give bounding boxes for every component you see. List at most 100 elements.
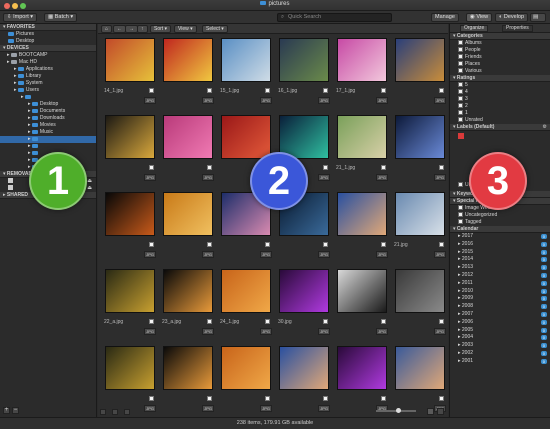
add-icon[interactable]: + bbox=[3, 407, 10, 414]
labels-header[interactable]: ▾ Labels (Default) ⚙ bbox=[450, 124, 550, 131]
thumbnail-cell[interactable]: JPG bbox=[333, 344, 391, 417]
checkbox[interactable] bbox=[458, 40, 463, 46]
sidebar-item-device[interactable]: ▸ Music bbox=[0, 129, 96, 136]
thumbnail-image[interactable] bbox=[163, 115, 213, 159]
thumbnail-image[interactable] bbox=[337, 38, 387, 82]
sidebar-item-device[interactable]: ▸ System bbox=[0, 80, 96, 87]
thumbnail-checkbox[interactable] bbox=[439, 242, 444, 247]
categories-header[interactable]: ▾ Categories bbox=[450, 33, 550, 40]
calendar-year[interactable]: ▸ 2014 0 bbox=[450, 256, 550, 264]
checkbox[interactable] bbox=[458, 182, 463, 188]
thumbnail-checkbox[interactable] bbox=[149, 319, 154, 324]
checkbox[interactable] bbox=[458, 47, 463, 53]
thumbnail-checkbox[interactable] bbox=[207, 88, 212, 93]
thumbnail-cell[interactable]: 24_1.jpg JPG bbox=[217, 267, 275, 340]
up-icon[interactable]: ↑ bbox=[137, 25, 148, 33]
list-view-icon[interactable] bbox=[437, 408, 444, 415]
thumbnail-image[interactable] bbox=[221, 269, 271, 313]
slideshow-icon[interactable] bbox=[112, 409, 118, 415]
calendar-year[interactable]: ▸ 2017 0 bbox=[450, 233, 550, 241]
thumbnail-cell[interactable]: JPG bbox=[159, 344, 217, 417]
thumbnail-checkbox[interactable] bbox=[323, 242, 328, 247]
thumbnail-cell[interactable]: JPG bbox=[333, 190, 391, 263]
thumbnail-image[interactable] bbox=[395, 192, 445, 236]
checkbox[interactable] bbox=[458, 68, 463, 74]
thumbnail-checkbox[interactable] bbox=[207, 242, 212, 247]
thumbnail-checkbox[interactable] bbox=[207, 396, 212, 401]
rating-item[interactable]: 1 bbox=[450, 110, 550, 117]
rating-item[interactable]: 5 bbox=[450, 82, 550, 89]
rating-item[interactable]: 2 bbox=[450, 103, 550, 110]
thumbnail-cell[interactable]: JPG bbox=[101, 344, 159, 417]
thumbnail-checkbox[interactable] bbox=[323, 319, 328, 324]
thumbnail-image[interactable] bbox=[221, 115, 271, 159]
batch-button[interactable]: ▦ Batch ▾ bbox=[44, 13, 78, 22]
thumbnail-cell[interactable]: 22_a.jpg JPG bbox=[101, 267, 159, 340]
view-dropdown[interactable]: View ▾ bbox=[174, 25, 197, 33]
rating-item[interactable]: 3 bbox=[450, 96, 550, 103]
eject-icon[interactable]: ⏏ bbox=[87, 178, 92, 185]
thumbnail-checkbox[interactable] bbox=[439, 88, 444, 93]
special-item[interactable]: Uncategorized bbox=[450, 212, 550, 219]
sidebar-item-device[interactable]: ▸ bbox=[0, 136, 96, 143]
sort-button[interactable]: Sort ▾ bbox=[150, 25, 172, 33]
checkbox[interactable] bbox=[458, 82, 463, 88]
thumbnail-cell[interactable]: 15_1.jpg JPG bbox=[217, 36, 275, 109]
layout-toggle-button[interactable]: ▤ bbox=[530, 13, 546, 22]
calendar-year[interactable]: ▸ 2003 0 bbox=[450, 342, 550, 350]
thumbnail-image[interactable] bbox=[105, 192, 155, 236]
category-item[interactable]: Friends bbox=[450, 54, 550, 61]
thumbnail-checkbox[interactable] bbox=[149, 165, 154, 170]
thumbnail-image[interactable] bbox=[279, 346, 329, 390]
thumbnail-cell[interactable]: JPG bbox=[101, 190, 159, 263]
favorites-header[interactable]: ▾ FAVORITES bbox=[0, 24, 96, 31]
sidebar-item-favorite[interactable]: Desktop bbox=[0, 38, 96, 45]
thumbnail-image[interactable] bbox=[163, 192, 213, 236]
thumbnail-image[interactable] bbox=[163, 269, 213, 313]
thumbnail-checkbox[interactable] bbox=[381, 165, 386, 170]
sidebar-item-device[interactable]: ▸ Documents bbox=[0, 108, 96, 115]
thumbnail-cell[interactable]: JPG bbox=[391, 267, 449, 340]
checkbox[interactable] bbox=[458, 61, 463, 67]
thumbnail-image[interactable] bbox=[221, 346, 271, 390]
checkbox[interactable] bbox=[458, 103, 463, 109]
checkbox[interactable] bbox=[458, 117, 463, 123]
sidebar-item-device[interactable]: ▸ Users bbox=[0, 87, 96, 94]
thumbnail-image[interactable] bbox=[163, 38, 213, 82]
calendar-header[interactable]: ▾ Calendar bbox=[450, 226, 550, 233]
thumbnail-checkbox[interactable] bbox=[149, 88, 154, 93]
calendar-year[interactable]: ▸ 2001 0 bbox=[450, 358, 550, 366]
thumbnail-image[interactable] bbox=[105, 269, 155, 313]
thumbnail-checkbox[interactable] bbox=[323, 88, 328, 93]
devices-header[interactable]: ▾ DEVICES bbox=[0, 45, 96, 52]
rating-item[interactable]: 4 bbox=[450, 89, 550, 96]
calendar-year[interactable]: ▸ 2008 0 bbox=[450, 303, 550, 311]
gear-icon[interactable]: ⚙ bbox=[543, 124, 547, 131]
view-mode-button[interactable]: ◉ View bbox=[466, 13, 493, 22]
calendar-year[interactable]: ▸ 2015 0 bbox=[450, 249, 550, 257]
rating-item[interactable]: Unrated bbox=[450, 117, 550, 124]
thumbnail-cell[interactable]: JPG bbox=[159, 36, 217, 109]
checkbox[interactable] bbox=[458, 212, 463, 218]
checkbox[interactable] bbox=[458, 110, 463, 116]
thumbnail-cell[interactable]: 21_1.jpg JPG bbox=[333, 113, 391, 186]
zoom-slider-thumb[interactable] bbox=[396, 408, 401, 413]
sidebar-item-device[interactable]: ▸ bbox=[0, 94, 96, 101]
thumbnail-image[interactable] bbox=[395, 38, 445, 82]
eject-icon[interactable]: ⏏ bbox=[87, 185, 92, 192]
calendar-year[interactable]: ▸ 2013 0 bbox=[450, 264, 550, 272]
manage-button[interactable]: Manage bbox=[431, 13, 459, 22]
zoom-slider[interactable] bbox=[376, 408, 416, 413]
thumbnail-checkbox[interactable] bbox=[381, 88, 386, 93]
thumbnail-image[interactable] bbox=[395, 269, 445, 313]
thumbnail-image[interactable] bbox=[337, 346, 387, 390]
home-icon[interactable]: ⌂ bbox=[101, 25, 113, 33]
checkbox[interactable] bbox=[458, 219, 463, 225]
thumbnail-checkbox[interactable] bbox=[439, 165, 444, 170]
thumbnail-checkbox[interactable] bbox=[265, 396, 270, 401]
thumbnail-cell[interactable]: 16_1.jpg JPG bbox=[275, 36, 333, 109]
calendar-year[interactable]: ▸ 2016 0 bbox=[450, 241, 550, 249]
thumbnail-checkbox[interactable] bbox=[323, 165, 328, 170]
sidebar-item-device[interactable]: ▸ Library bbox=[0, 73, 96, 80]
thumbnail-image[interactable] bbox=[221, 38, 271, 82]
